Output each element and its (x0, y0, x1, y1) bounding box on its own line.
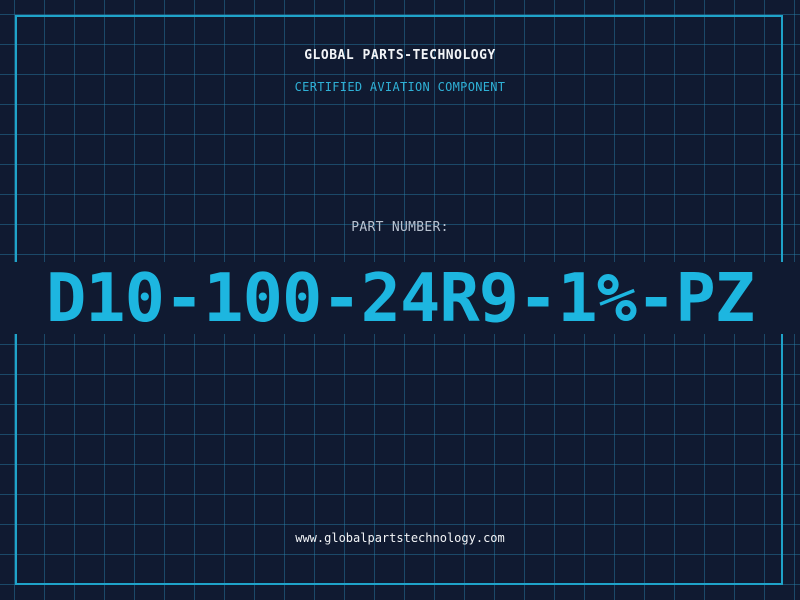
part-number-value: D10-100-24R9-1%-PZ (45, 259, 755, 337)
certificate-page: GLOBAL PARTS-TECHNOLOGY CERTIFIED AVIATI… (0, 0, 800, 600)
part-number-label: PART NUMBER: (351, 220, 449, 235)
company-name: GLOBAL PARTS-TECHNOLOGY (304, 48, 496, 63)
company-tagline: CERTIFIED AVIATION COMPONENT (294, 80, 506, 94)
website-url: www.globalpartstechnology.com (295, 531, 505, 545)
